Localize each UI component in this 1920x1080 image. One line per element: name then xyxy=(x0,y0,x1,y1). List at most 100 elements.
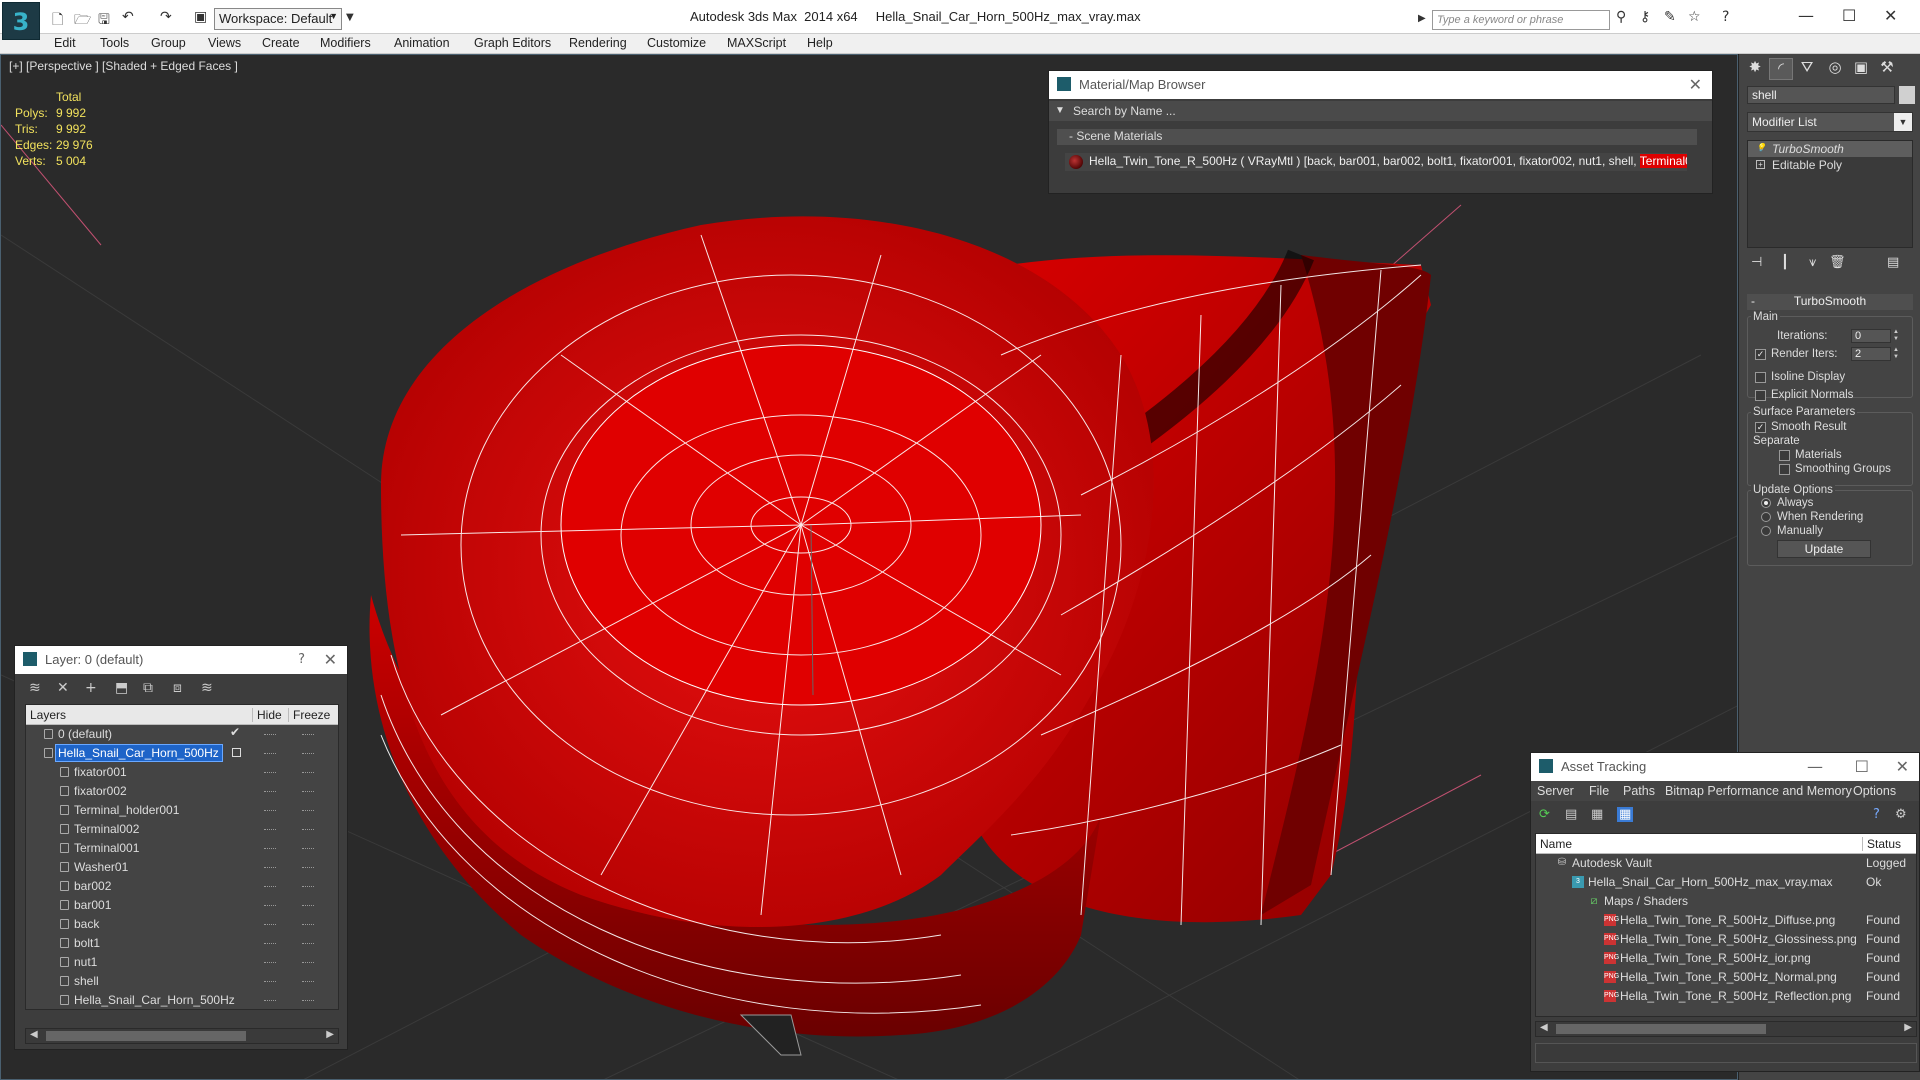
scroll-right-icon[interactable]: ▶ xyxy=(326,1029,334,1040)
layer-object-row[interactable]: bolt1 xyxy=(26,934,338,953)
freeze-toggle[interactable] xyxy=(302,886,314,887)
hide-toggle[interactable] xyxy=(264,753,276,754)
menu-help[interactable]: Help xyxy=(807,36,833,50)
undo-icon[interactable]: ↶ xyxy=(122,9,134,25)
menu-maxscript[interactable]: MAXScript xyxy=(727,36,786,50)
workspace-dropdown[interactable]: Workspace: Default ▼ xyxy=(214,8,342,30)
hide-toggle[interactable] xyxy=(264,734,276,735)
plus-box-icon[interactable]: + xyxy=(1756,160,1765,169)
project-folder-icon[interactable]: ▣ xyxy=(194,9,207,25)
freeze-toggle[interactable] xyxy=(302,867,314,868)
search-expand-icon[interactable]: ▶ xyxy=(1418,13,1426,24)
layer-object-row[interactable]: bar002 xyxy=(26,877,338,896)
search-input[interactable]: Type a keyword or phrase xyxy=(1432,10,1610,30)
asset-menu-file[interactable]: File xyxy=(1589,784,1609,798)
freeze-toggle[interactable] xyxy=(302,734,314,735)
create-layer-icon[interactable]: + xyxy=(85,680,97,696)
materials-checkbox[interactable] xyxy=(1779,450,1790,461)
menu-edit[interactable]: Edit xyxy=(54,36,76,50)
help-icon[interactable]: ? xyxy=(1722,9,1729,25)
remove-modifier-icon[interactable]: 🗑 xyxy=(1829,255,1846,270)
hide-toggle[interactable] xyxy=(264,829,276,830)
menu-rendering[interactable]: Rendering xyxy=(569,36,627,50)
menu-group[interactable]: Group xyxy=(151,36,186,50)
new-file-icon[interactable]: 🗋 xyxy=(52,9,63,33)
close-window-icon[interactable]: ✕ xyxy=(1884,6,1897,25)
menu-views[interactable]: Views xyxy=(208,36,241,50)
hide-toggle[interactable] xyxy=(264,1000,276,1001)
freeze-toggle[interactable] xyxy=(302,848,314,849)
layer-horizontal-scrollbar[interactable]: ◀ ▶ xyxy=(25,1028,339,1044)
menu-tools[interactable]: Tools xyxy=(100,36,129,50)
stack-item-turbosmooth[interactable]: 💡 TurboSmooth xyxy=(1748,141,1912,157)
app-menu-button[interactable]: 3 xyxy=(2,2,40,40)
hide-toggle[interactable] xyxy=(264,962,276,963)
freeze-toggle[interactable] xyxy=(302,962,314,963)
object-name-field[interactable]: shell xyxy=(1747,86,1895,104)
hide-all-icon[interactable]: ≋ xyxy=(201,680,213,696)
asset-tracking-titlebar[interactable]: Asset Tracking — ☐ ✕ xyxy=(1531,753,1919,781)
freeze-toggle[interactable] xyxy=(302,753,314,754)
isoline-display-checkbox[interactable] xyxy=(1755,372,1766,383)
column-status[interactable]: Status xyxy=(1862,837,1901,851)
settings-icon[interactable]: ⚙ xyxy=(1895,807,1907,822)
close-icon[interactable]: ✕ xyxy=(1689,75,1702,94)
subscription-icon[interactable]: ⚷ xyxy=(1640,9,1650,25)
modify-tab-icon[interactable]: ◜ xyxy=(1769,58,1793,80)
layer-object-row[interactable]: nut1 xyxy=(26,953,338,972)
scroll-left-icon[interactable]: ◀ xyxy=(30,1029,38,1040)
close-icon[interactable]: ✕ xyxy=(1896,757,1909,776)
scene-materials-section[interactable]: - Scene Materials xyxy=(1057,129,1697,145)
display-tab-icon[interactable]: ▣ xyxy=(1849,58,1873,80)
help-icon[interactable]: ? xyxy=(298,652,305,667)
material-search-input[interactable]: ▼ Search by Name ... xyxy=(1049,101,1712,121)
freeze-toggle[interactable] xyxy=(302,981,314,982)
menu-animation[interactable]: Animation xyxy=(394,36,450,50)
layer-object-row[interactable]: Terminal001 xyxy=(26,839,338,858)
asset-row[interactable]: 3 Hella_Snail_Car_Horn_500Hz_max_vray.max… xyxy=(1536,873,1916,892)
asset-row[interactable]: PNG Hella_Twin_Tone_R_500Hz_Normal.png Fou… xyxy=(1536,968,1916,987)
freeze-toggle[interactable] xyxy=(302,791,314,792)
utilities-tab-icon[interactable]: ⚒ xyxy=(1875,58,1899,80)
minimize-icon[interactable]: — xyxy=(1807,757,1823,776)
asset-row[interactable]: PNG Hella_Twin_Tone_R_500Hz_Reflection.pn… xyxy=(1536,987,1916,1006)
asset-menu-bitmap-performance[interactable]: Bitmap Performance and Memory xyxy=(1665,784,1852,798)
freeze-toggle[interactable] xyxy=(302,829,314,830)
asset-menu-server[interactable]: Server xyxy=(1537,784,1574,798)
hide-toggle[interactable] xyxy=(264,886,276,887)
table-view-icon[interactable]: ▦ xyxy=(1617,807,1634,822)
active-layer-check-icon[interactable]: ✔ xyxy=(230,725,240,739)
spinner-arrows-icon[interactable]: ▲ ▼ xyxy=(1893,329,1901,343)
hide-toggle[interactable] xyxy=(264,981,276,982)
update-button[interactable]: Update xyxy=(1777,540,1871,558)
column-hide[interactable]: Hide xyxy=(252,708,282,722)
list-view-icon[interactable]: ▤ xyxy=(1565,807,1577,822)
spinner-arrows-icon[interactable]: ▲ ▼ xyxy=(1893,347,1901,361)
layer-object-row[interactable]: Washer01 xyxy=(26,858,338,877)
favorites-star-icon[interactable]: ☆ xyxy=(1688,9,1701,25)
object-color-swatch[interactable] xyxy=(1899,86,1915,104)
asset-row[interactable]: ⛁ Autodesk Vault Logged xyxy=(1536,854,1916,873)
smoothing-groups-checkbox[interactable] xyxy=(1779,464,1790,475)
hide-toggle[interactable] xyxy=(264,791,276,792)
help-icon[interactable]: ? xyxy=(1873,807,1880,822)
menu-graph-editors[interactable]: Graph Editors xyxy=(474,36,551,50)
layer-row-hella[interactable]: Hella_Snail_Car_Horn_500Hz xyxy=(26,744,338,763)
close-icon[interactable]: ✕ xyxy=(324,650,337,669)
freeze-toggle[interactable] xyxy=(302,924,314,925)
freeze-toggle[interactable] xyxy=(302,943,314,944)
scroll-right-icon[interactable]: ▶ xyxy=(1904,1022,1912,1033)
scrollbar-thumb[interactable] xyxy=(1556,1024,1766,1034)
delete-layer-icon[interactable]: ✕ xyxy=(57,680,69,696)
freeze-toggle[interactable] xyxy=(302,772,314,773)
stack-item-editable-poly[interactable]: + Editable Poly xyxy=(1748,157,1912,173)
explicit-normals-checkbox[interactable] xyxy=(1755,390,1766,401)
communication-icon[interactable]: ✎ xyxy=(1664,9,1676,25)
motion-tab-icon[interactable]: ◎ xyxy=(1823,58,1847,80)
maximize-icon[interactable]: ☐ xyxy=(1855,757,1869,776)
turbosmooth-rollout-header[interactable]: - TurboSmooth xyxy=(1747,294,1913,310)
hide-toggle[interactable] xyxy=(264,772,276,773)
make-unique-icon[interactable]: ⩛ xyxy=(1809,255,1816,270)
filter-dropdown-icon[interactable]: ▼ xyxy=(1055,105,1065,116)
highlight-layer-icon[interactable]: ⧈ xyxy=(173,680,182,696)
